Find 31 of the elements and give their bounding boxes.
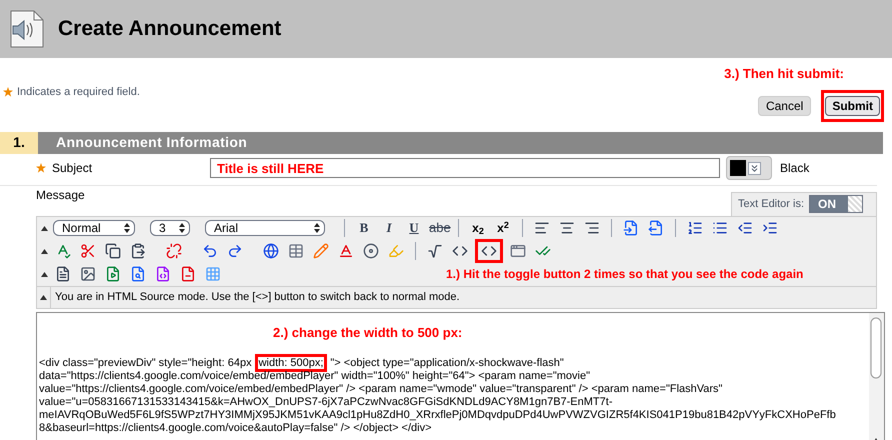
editor-toggle[interactable]: ON [809, 195, 864, 213]
page-title: Create Announcement [58, 16, 282, 42]
color-name: Black [780, 160, 810, 177]
dropdown[interactable]: Normal [53, 220, 135, 236]
annotation-text: 1.) Hit the toggle button 2 times so that you see the code again [446, 266, 804, 283]
code-line: data="https://clients4.google.com/voice/embed/embedPlayer" width="100%" height="64"> <param name="movie" [39, 370, 592, 383]
format-button[interactable]: I [379, 218, 399, 238]
code-line: value="https://clients4.google.com/voice/embed/embedPlayer" /> <param name="wmode" value="transparent" /> <param name="FlashVars" [39, 383, 724, 396]
code-line: 8&baseurl=https://clients4.google.com/voice&autoPlay=false" /> </object> </div> [39, 422, 433, 435]
required-note: Indicates a required field. [17, 85, 140, 100]
section-title: Announcement Information [38, 132, 883, 154]
format-button[interactable]: U [404, 218, 424, 238]
annotation-text: 2.) change the width to 500 px: [273, 324, 464, 342]
format-button[interactable]: abe [429, 218, 449, 238]
message-label: Message [36, 186, 85, 204]
subject-label: Subject [52, 160, 94, 177]
dropdown[interactable]: 3 [150, 220, 190, 236]
status-message: You are in HTML Source mode. Use the [<>] button to switch back to normal mode. [55, 290, 460, 305]
script-button[interactable]: x$^{2}$ [493, 219, 513, 237]
code-line: <div class="previewDiv" style="height: 64px width: 500px; "> <object type="application/x-shockwave-flash" [39, 357, 868, 370]
code-line: meIAVRqOBuWed5F6L9fS5WPzt7HY3IMMjX95JKM51vKAA9cl1pHu8ZdH0_XRrxflePj0MDqvdpuDPd4UwPVWZVGIZR5f4KIS041P19bu81B42pVYyFkCXHoPeFfb [39, 409, 837, 422]
script-button[interactable]: x$_{2}$ [468, 219, 488, 237]
section-number: 1. [0, 132, 38, 154]
dropdown[interactable]: Arial [205, 220, 325, 236]
submit-button[interactable]: Submit [825, 96, 880, 116]
code-line: value="u=05831667131533143415&k=AHwOX_DnUPS7-6jX7aPCzwNvac8GFGiSdKNDLd9ACY8M1gn7B7-EnMT7t- [39, 396, 614, 409]
format-button[interactable]: B [354, 218, 374, 238]
cancel-button[interactable]: Cancel [758, 96, 812, 116]
subject-field[interactable]: Title is still HERE [210, 158, 720, 178]
text-editor-label: Text Editor is: [738, 196, 804, 212]
annotation-text: 3.) Then hit submit: [724, 65, 844, 83]
